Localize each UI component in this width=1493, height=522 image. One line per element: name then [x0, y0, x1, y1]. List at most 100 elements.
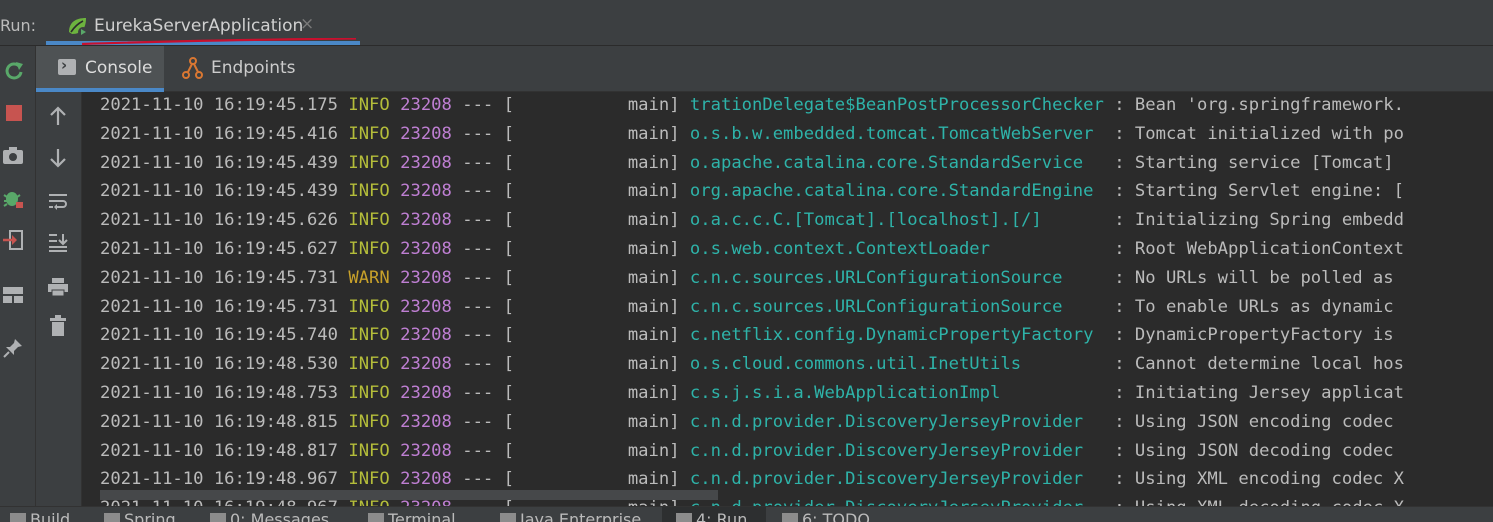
log-separator: ---	[462, 152, 494, 173]
log-pid: 23208	[400, 95, 452, 115]
log-message: : No URLs will be polled as	[1114, 267, 1394, 288]
spring-boot-run-icon	[66, 14, 90, 38]
log-level: INFO	[348, 123, 390, 144]
log-logger: c.n.d.provider.DiscoveryJerseyProvider	[689, 411, 1104, 432]
scroll-to-end-icon[interactable]	[46, 230, 70, 254]
log-thread: [ main]	[503, 296, 680, 317]
console-line: 2021-11-10 16:19:48.817 INFO 23208 --- […	[100, 437, 1394, 466]
trash-icon[interactable]	[46, 314, 70, 338]
log-logger: o.a.c.c.C.[Tomcat].[localhost].[/]	[689, 210, 1104, 231]
log-separator: ---	[462, 325, 494, 346]
log-timestamp: 2021-11-10 16:19:48.817	[100, 440, 338, 461]
log-separator: ---	[462, 469, 494, 490]
tool-window-button-4[interactable]: Java Enterprise	[520, 510, 641, 522]
log-separator: ---	[462, 354, 494, 375]
endpoints-icon[interactable]	[182, 56, 204, 80]
horizontal-scrollbar[interactable]	[100, 490, 718, 500]
log-message: : Root WebApplicationContext	[1114, 239, 1404, 259]
console-actions-toolbar	[36, 92, 82, 506]
tool-window-bar: Build Spring 0: Messages Terminal Java Enter…	[0, 506, 1493, 522]
log-message: : Initializing Spring embedd	[1114, 210, 1404, 231]
tab-endpoints-label[interactable]: Endpoints	[211, 58, 296, 78]
log-timestamp: 2021-11-10 16:19:45.627	[100, 239, 338, 259]
console-line: 2021-11-10 16:19:45.439 INFO 23208 --- […	[100, 177, 1404, 206]
log-pid: 23208	[400, 354, 452, 375]
log-message: : DynamicPropertyFactory is	[1114, 325, 1394, 346]
log-thread: [ main]	[503, 267, 680, 288]
soft-wrap-icon[interactable]	[46, 189, 70, 213]
tool-window-button-6[interactable]: 6: TODO	[802, 510, 870, 522]
down-arrow-icon[interactable]	[46, 146, 70, 170]
tool-window-button-0[interactable]: Build	[30, 510, 70, 522]
log-logger: c.n.d.provider.DiscoveryJerseyProvider	[689, 469, 1104, 490]
debug-bug-icon[interactable]	[1, 186, 25, 210]
log-logger: c.netflix.config.DynamicPropertyFactory	[689, 325, 1104, 346]
log-separator: ---	[462, 95, 494, 115]
log-pid: 23208	[400, 325, 452, 346]
run-icon	[676, 513, 692, 522]
log-separator: ---	[462, 181, 494, 202]
console-line: 2021-11-10 16:19:45.416 INFO 23208 --- […	[100, 120, 1404, 149]
exit-icon[interactable]	[1, 228, 25, 252]
log-pid: 23208	[400, 411, 452, 432]
log-separator: ---	[462, 123, 494, 144]
todo-icon	[782, 513, 798, 522]
log-logger: c.n.c.sources.URLConfigurationSource	[689, 267, 1104, 288]
log-timestamp: 2021-11-10 16:19:45.439	[100, 181, 338, 202]
log-timestamp: 2021-11-10 16:19:48.530	[100, 354, 338, 375]
log-level: INFO	[348, 239, 390, 259]
log-message: : Using XML encoding codec X	[1114, 469, 1404, 490]
console-line: 2021-11-10 16:19:45.175 INFO 23208 --- […	[100, 92, 1404, 120]
console-line: 2021-11-10 16:19:45.627 INFO 23208 --- […	[100, 235, 1404, 264]
up-arrow-icon[interactable]	[46, 104, 70, 128]
log-message: : Starting service [Tomcat]	[1114, 152, 1394, 173]
close-icon[interactable]: ×	[300, 14, 314, 34]
log-separator: ---	[462, 267, 494, 288]
log-pid: 23208	[400, 239, 452, 259]
console-line: 2021-11-10 16:19:48.753 INFO 23208 --- […	[100, 379, 1404, 408]
log-pid: 23208	[400, 267, 452, 288]
console-output[interactable]: 2021-11-10 16:19:45.175 INFO 23208 --- […	[82, 92, 1493, 506]
log-timestamp: 2021-11-10 16:19:45.740	[100, 325, 338, 346]
log-thread: [ main]	[503, 181, 680, 202]
rerun-icon[interactable]	[2, 59, 26, 83]
console-icon: ›	[58, 56, 76, 75]
console-line: 2021-11-10 16:19:48.530 INFO 23208 --- […	[100, 350, 1404, 379]
log-pid: 23208	[400, 296, 452, 317]
log-thread: [ main]	[503, 325, 680, 346]
stop-icon[interactable]	[2, 101, 26, 125]
camera-icon[interactable]	[1, 144, 25, 168]
pin-icon[interactable]	[1, 336, 25, 360]
tool-window-button-1[interactable]: Spring	[124, 510, 176, 522]
print-icon[interactable]	[46, 275, 70, 299]
log-pid: 23208	[400, 210, 452, 231]
log-message: : Starting Servlet engine: [	[1114, 181, 1404, 202]
log-level: INFO	[348, 210, 390, 231]
log-timestamp: 2021-11-10 16:19:45.731	[100, 267, 338, 288]
layout-icon[interactable]	[1, 283, 25, 307]
log-logger: o.apache.catalina.core.StandardService	[689, 152, 1104, 173]
run-tab-title: EurekaServerApplication	[94, 16, 304, 36]
log-level: INFO	[348, 181, 390, 202]
tool-window-button-2[interactable]: 0: Messages	[230, 510, 329, 522]
console-line: 2021-11-10 16:19:45.626 INFO 23208 --- […	[100, 206, 1404, 235]
console-line: 2021-11-10 16:19:45.439 INFO 23208 --- […	[100, 149, 1394, 178]
tool-window-button-3[interactable]: Terminal	[388, 510, 456, 522]
log-pid: 23208	[400, 123, 452, 144]
log-thread: [ main]	[503, 123, 680, 144]
console-line: 2021-11-10 16:19:45.731 WARN 23208 --- […	[100, 264, 1394, 293]
terminal-icon	[368, 513, 384, 522]
log-timestamp: 2021-11-10 16:19:48.753	[100, 383, 338, 403]
log-separator: ---	[462, 411, 494, 432]
log-level: INFO	[348, 95, 390, 115]
log-message: : Using JSON decoding codec	[1114, 440, 1394, 461]
log-message: : Tomcat initialized with po	[1114, 123, 1404, 144]
log-level: INFO	[348, 152, 390, 173]
log-thread: [ main]	[503, 440, 680, 461]
log-separator: ---	[462, 383, 494, 403]
log-level: INFO	[348, 469, 390, 490]
tool-window-button-5[interactable]: 4: Run	[696, 510, 747, 522]
log-thread: [ main]	[503, 469, 680, 490]
log-logger: o.s.cloud.commons.util.InetUtils	[689, 354, 1104, 375]
log-thread: [ main]	[503, 239, 680, 259]
